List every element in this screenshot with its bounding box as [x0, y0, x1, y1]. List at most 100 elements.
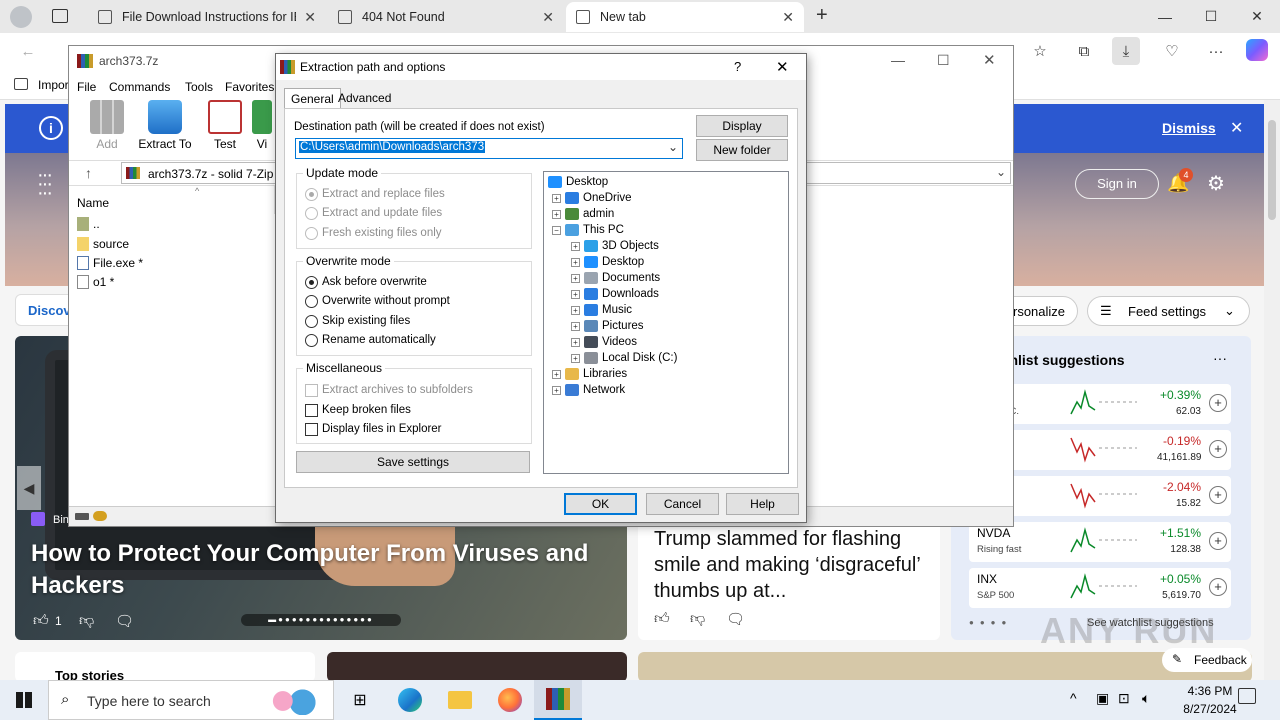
winrar-taskbar-icon[interactable]: [534, 680, 582, 720]
tree-node[interactable]: − This PC: [552, 222, 624, 238]
expand-toggle-icon[interactable]: +: [571, 353, 580, 363]
winrar-minimize-button[interactable]: —: [891, 52, 905, 68]
path-dropdown-icon[interactable]: ⌄: [996, 165, 1006, 179]
expand-toggle-icon[interactable]: +: [571, 241, 580, 251]
cancel-button[interactable]: Cancel: [646, 493, 719, 515]
overwrite-option-ask[interactable]: Ask before overwrite: [305, 274, 427, 290]
apps-grid-icon[interactable]: ··· ··· ···: [37, 165, 53, 203]
watchlist-more-icon[interactable]: ···: [1213, 350, 1227, 366]
winrar-close-button[interactable]: ✕: [983, 51, 996, 69]
new-tab-button[interactable]: +: [816, 4, 828, 27]
tree-node[interactable]: + Videos: [571, 334, 637, 350]
news-story-title[interactable]: Trump slammed for flashing smile and mak…: [654, 526, 926, 604]
profile-avatar[interactable]: [10, 6, 32, 28]
save-settings-button[interactable]: Save settings: [296, 451, 530, 473]
clock-date[interactable]: 8/27/2024: [1166, 702, 1254, 716]
tree-node[interactable]: Desktop: [548, 174, 608, 190]
menu-commands[interactable]: Commands: [109, 80, 170, 94]
tab-close-icon[interactable]: ✕: [542, 9, 554, 26]
overwrite-option-overwrite[interactable]: Overwrite without prompt: [305, 293, 450, 309]
wifi-icon[interactable]: ⊡: [1118, 690, 1130, 707]
menu-tools[interactable]: Tools: [185, 80, 213, 94]
tree-node[interactable]: + Music: [571, 302, 632, 318]
tree-node[interactable]: + Downloads: [571, 286, 659, 302]
file-row[interactable]: ..: [77, 214, 100, 233]
file-row[interactable]: o1 *: [77, 272, 114, 291]
add-to-watchlist-icon[interactable]: +: [1209, 486, 1227, 504]
overwrite-option-skip[interactable]: Skip existing files: [305, 313, 410, 329]
menu-file[interactable]: File: [77, 80, 96, 94]
network-icon[interactable]: ▣: [1096, 690, 1109, 707]
add-to-watchlist-icon[interactable]: +: [1209, 532, 1227, 550]
tree-node[interactable]: + Network: [552, 382, 625, 398]
view-button[interactable]: Vi: [249, 100, 275, 151]
tab-close-icon[interactable]: ✕: [782, 9, 794, 26]
folder-tree[interactable]: Desktop + OneDrive + admin − This PC +3D Object…: [543, 171, 789, 474]
display-button[interactable]: Display: [696, 115, 788, 137]
import-favorites-link[interactable]: Impor: [38, 78, 69, 92]
up-arrow-icon[interactable]: ↑: [85, 165, 92, 181]
like-icon[interactable]: 👍︎: [33, 612, 49, 630]
destination-path-combobox[interactable]: C:\Users\admin\Downloads\arch373 ⌄: [295, 138, 683, 159]
carousel-dots[interactable]: ▬●●●●●●●●●●●●●●: [241, 614, 401, 626]
browser-minimize-button[interactable]: —: [1142, 0, 1188, 33]
like-icon[interactable]: 👍︎: [654, 610, 670, 628]
help-button[interactable]: Help: [726, 493, 799, 515]
story-image-card[interactable]: [327, 652, 627, 680]
more-menu-icon[interactable]: ···: [1204, 39, 1228, 63]
tree-node[interactable]: + Local Disk (C:): [571, 350, 677, 366]
ok-button[interactable]: OK: [564, 493, 637, 515]
page-scrollbar[interactable]: [1264, 100, 1280, 680]
downloads-icon[interactable]: ⤓: [1112, 37, 1140, 65]
menu-favorites[interactable]: Favorites: [225, 80, 274, 94]
clock-time[interactable]: 4:36 PM: [1174, 684, 1246, 698]
banner-close-icon[interactable]: ✕: [1230, 118, 1243, 138]
carousel-prev-icon[interactable]: ◀: [17, 466, 41, 510]
watchlist-row[interactable]: NVDA Rising fast +1.51% 128.38 +: [969, 522, 1231, 562]
story-image-card[interactable]: [638, 652, 1252, 680]
expand-toggle-icon[interactable]: +: [552, 209, 561, 219]
browser-close-button[interactable]: ✕: [1234, 0, 1280, 33]
tab-advanced[interactable]: Advanced: [332, 88, 397, 108]
expand-toggle-icon[interactable]: +: [571, 257, 580, 267]
start-button[interactable]: [0, 680, 48, 720]
browser-tab-3[interactable]: New tab ✕: [566, 2, 804, 32]
sign-in-button[interactable]: Sign in: [1075, 169, 1159, 199]
edge-icon[interactable]: [386, 680, 434, 720]
add-to-watchlist-icon[interactable]: +: [1209, 394, 1227, 412]
tree-node[interactable]: + Documents: [571, 270, 660, 286]
tree-node[interactable]: + admin: [552, 206, 614, 222]
tree-node[interactable]: +3D Objects: [571, 238, 659, 254]
name-column-header[interactable]: Name ^: [69, 186, 275, 214]
new-folder-button[interactable]: New folder: [696, 139, 788, 161]
expand-toggle-icon[interactable]: −: [552, 225, 561, 235]
winrar-maximize-button[interactable]: ☐: [937, 52, 950, 69]
dialog-close-button[interactable]: ✕: [776, 58, 789, 76]
tray-overflow-icon[interactable]: ^: [1070, 690, 1077, 706]
add-to-watchlist-icon[interactable]: +: [1209, 440, 1227, 458]
dialog-titlebar[interactable]: Extraction path and options ? ✕: [276, 54, 806, 80]
file-explorer-icon[interactable]: [436, 680, 484, 720]
tree-node[interactable]: + Desktop: [571, 254, 644, 270]
expand-toggle-icon[interactable]: +: [552, 385, 561, 395]
taskbar-search-box[interactable]: ⌕ Type here to search: [48, 680, 334, 720]
expand-toggle-icon[interactable]: +: [571, 321, 580, 331]
add-button[interactable]: Add: [79, 100, 135, 151]
browser-tab-2[interactable]: 404 Not Found ✕: [328, 2, 564, 32]
expand-toggle-icon[interactable]: +: [571, 305, 580, 315]
chevron-down-icon[interactable]: ⌄: [668, 140, 678, 154]
tree-node[interactable]: + Libraries: [552, 366, 627, 382]
task-view-icon[interactable]: ⊞: [336, 680, 384, 720]
feed-settings-button[interactable]: ☰ Feed settings ⌄: [1087, 296, 1250, 326]
dialog-help-button[interactable]: ?: [734, 59, 741, 74]
expand-toggle-icon[interactable]: +: [571, 337, 580, 347]
dismiss-link[interactable]: Dismiss: [1162, 120, 1216, 136]
dislike-icon[interactable]: 👎︎: [690, 610, 705, 628]
notification-center-icon[interactable]: [1238, 688, 1256, 704]
expand-toggle-icon[interactable]: +: [552, 193, 561, 203]
tree-node[interactable]: + OneDrive: [552, 190, 632, 206]
file-row[interactable]: File.exe *: [77, 253, 143, 272]
overwrite-option-rename[interactable]: Rename automatically: [305, 332, 436, 348]
extract-to-button[interactable]: Extract To: [137, 100, 193, 151]
tab-actions-icon[interactable]: [52, 9, 68, 23]
